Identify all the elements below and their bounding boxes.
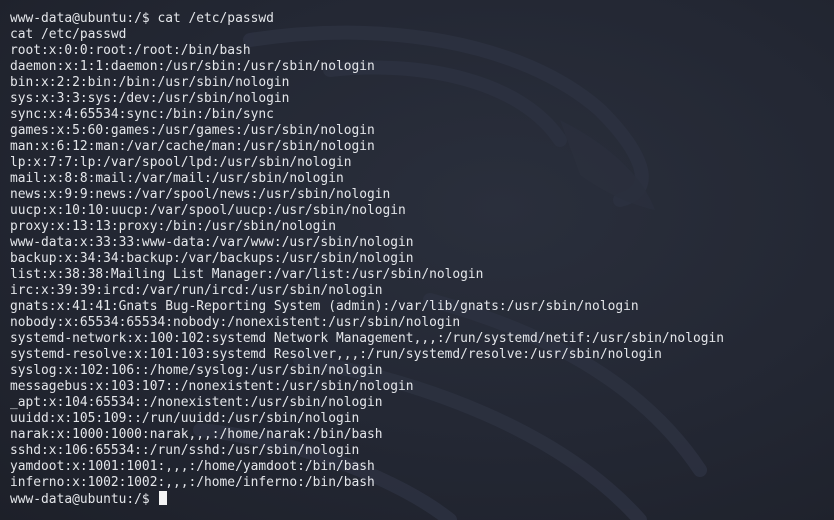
output-line: irc:x:39:39:ircd:/var/run/ircd:/usr/sbin… [10,283,383,298]
output-line: root:x:0:0:root:/root:/bin/bash [10,43,251,58]
output-line: gnats:x:41:41:Gnats Bug-Reporting System… [10,299,639,314]
output-line: systemd-resolve:x:101:103:systemd Resolv… [10,347,662,362]
output-line: inferno:x:1002:1002:,,,:/home/inferno:/b… [10,475,375,490]
output-line: uuidd:x:105:109::/run/uuidd:/usr/sbin/no… [10,411,360,426]
output-line: lp:x:7:7:lp:/var/spool/lpd:/usr/sbin/nol… [10,155,352,170]
output-line: narak:x:1000:1000:narak,,,:/home/narak:/… [10,427,383,442]
output-line: backup:x:34:34:backup:/var/backups:/usr/… [10,251,414,266]
prompt-line[interactable]: www-data@ubuntu:/$ [10,491,724,507]
command-echo: cat /etc/passwd [10,27,127,42]
output-line: yamdoot:x:1001:1001:,,,:/home/yamdoot:/b… [10,459,375,474]
output-line: list:x:38:38:Mailing List Manager:/var/l… [10,267,484,282]
output-line: _apt:x:104:65534::/nonexistent:/usr/sbin… [10,395,383,410]
output-line: bin:x:2:2:bin:/bin:/usr/sbin/nologin [10,75,290,90]
output-line: uucp:x:10:10:uucp:/var/spool/uucp:/usr/s… [10,203,406,218]
output-line: mail:x:8:8:mail:/var/mail:/usr/sbin/nolo… [10,171,344,186]
output-line: www-data:x:33:33:www-data:/var/www:/usr/… [10,235,414,250]
output-line: syslog:x:102:106::/home/syslog:/usr/sbin… [10,363,383,378]
passwd-output: root:x:0:0:root:/root:/bin/bash daemon:x:… [10,43,724,491]
shell-prompt: www-data@ubuntu:/$ [10,492,158,507]
terminal-output[interactable]: www-data@ubuntu:/$ cat /etc/passwd cat /… [10,11,724,507]
output-line: sync:x:4:65534:sync:/bin:/bin/sync [10,107,274,122]
output-line: man:x:6:12:man:/var/cache/man:/usr/sbin/… [10,139,375,154]
output-line: messagebus:x:103:107::/nonexistent:/usr/… [10,379,414,394]
output-line: systemd-network:x:100:102:systemd Networ… [10,331,724,346]
output-line: news:x:9:9:news:/var/spool/news:/usr/sbi… [10,187,391,202]
output-line: proxy:x:13:13:proxy:/bin:/usr/sbin/nolog… [10,219,336,234]
output-line: sshd:x:106:65534::/run/sshd:/usr/sbin/no… [10,443,360,458]
output-line: nobody:x:65534:65534:nobody:/nonexistent… [10,315,461,330]
output-line: daemon:x:1:1:daemon:/usr/sbin:/usr/sbin/… [10,59,375,74]
output-line: games:x:5:60:games:/usr/games:/usr/sbin/… [10,123,375,138]
text-cursor [159,491,168,505]
terminal-window[interactable]: www-data@ubuntu:/$ cat /etc/passwd cat /… [0,0,834,520]
command-line: www-data@ubuntu:/$ cat /etc/passwd [10,11,274,26]
output-line: sys:x:3:3:sys:/dev:/usr/sbin/nologin [10,91,290,106]
